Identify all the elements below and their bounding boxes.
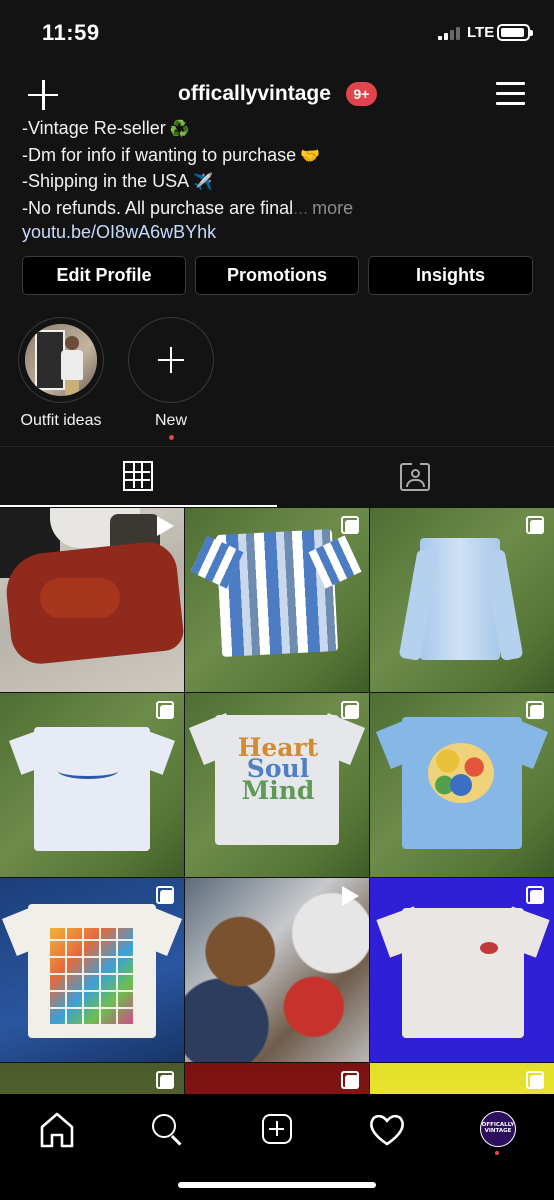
nav-new-post[interactable]	[252, 1104, 302, 1154]
highlight-outfit-ideas[interactable]: Outfit ideas	[11, 317, 111, 430]
highlight-photo	[25, 324, 97, 396]
recycle-emoji-icon: ♻️	[169, 121, 190, 138]
hamburger-menu-icon[interactable]	[496, 80, 526, 106]
nav-search[interactable]	[142, 1104, 192, 1154]
new-indicator-dot	[168, 435, 174, 440]
profile-username[interactable]: officallyvintage	[178, 82, 331, 106]
bio-line: -Dm for info if wanting to purchase 🤝	[22, 143, 542, 170]
profile-avatar: OFFICALLY VINTAGE	[480, 1111, 516, 1147]
new-highlight-button[interactable]	[128, 317, 214, 403]
carousel-icon	[526, 516, 546, 536]
posts-grid: Heart Soul Mind	[0, 508, 554, 1108]
bio-website-link[interactable]: youtu.be/OI8wA6wBYhk	[22, 220, 216, 245]
carousel-icon	[526, 701, 546, 721]
bio-line-text: -No refunds. All purchase are final	[22, 197, 294, 218]
battery-icon	[497, 24, 533, 41]
airplane-emoji-icon: ✈️	[193, 174, 214, 191]
home-indicator	[178, 1182, 376, 1188]
network-type: LTE	[467, 24, 495, 41]
bio-line-text: -Vintage Re-seller	[22, 118, 166, 138]
video-icon	[342, 886, 359, 906]
post-thumbnail[interactable]	[0, 508, 184, 692]
status-bar: 11:59 LTE	[0, 0, 554, 66]
carousel-icon	[526, 1071, 546, 1091]
carousel-icon	[526, 886, 546, 906]
notification-badge[interactable]: 9+	[346, 82, 377, 106]
profile-actions: Edit Profile Promotions Insights	[22, 256, 534, 295]
signal-icon	[438, 26, 462, 40]
nav-home[interactable]	[32, 1104, 82, 1154]
heart-icon	[370, 1114, 404, 1146]
carousel-icon	[341, 1071, 361, 1091]
bio-line-text: -Dm for info if wanting to purchase	[22, 144, 297, 165]
bottom-navigation: OFFICALLY VINTAGE	[0, 1094, 554, 1200]
bio-line: -No refunds. All purchase are final... mo…	[22, 197, 354, 218]
carousel-icon	[341, 516, 361, 536]
create-plus-icon[interactable]	[26, 78, 60, 112]
status-time: 11:59	[42, 20, 100, 45]
profile-header: officallyvintage 9+	[0, 70, 554, 120]
profile-bio: -Vintage Re-seller ♻️ -Dm for info if wan…	[22, 116, 542, 245]
carousel-icon	[156, 701, 176, 721]
post-print-text: Heart Soul Mind	[237, 733, 319, 805]
carousel-icon	[341, 701, 361, 721]
carousel-icon	[156, 886, 176, 906]
nav-profile[interactable]: OFFICALLY VINTAGE	[472, 1104, 522, 1155]
post-thumbnail[interactable]	[185, 878, 369, 1062]
tab-posts-grid[interactable]	[0, 447, 277, 507]
post-thumbnail[interactable]	[370, 693, 554, 877]
video-icon	[157, 516, 174, 536]
plus-icon	[158, 347, 184, 373]
insights-button[interactable]: Insights	[368, 256, 533, 295]
post-thumbnail[interactable]	[0, 878, 184, 1062]
bio-line-text: -Shipping in the USA	[22, 171, 190, 191]
bio-more-link[interactable]: more	[312, 198, 353, 218]
highlight-cover[interactable]	[18, 317, 104, 403]
post-thumbnail[interactable]	[370, 508, 554, 692]
home-icon	[40, 1112, 74, 1148]
bio-line: -Vintage Re-seller ♻️	[22, 116, 542, 143]
highlight-label: New	[154, 412, 187, 429]
post-thumbnail[interactable]: Heart Soul Mind	[185, 693, 369, 877]
highlight-label: Outfit ideas	[20, 412, 102, 429]
post-thumbnail[interactable]	[185, 508, 369, 692]
carousel-icon	[156, 1071, 176, 1091]
tab-tagged[interactable]	[277, 447, 554, 507]
grid-icon	[123, 461, 153, 491]
new-post-icon	[262, 1114, 292, 1144]
profile-indicator-dot	[495, 1151, 499, 1155]
profile-screen: 11:59 LTE officallyvintage 9+ -Vintage R…	[0, 0, 554, 1200]
post-thumbnail[interactable]	[0, 693, 184, 877]
tagged-person-icon	[400, 459, 430, 491]
promotions-button[interactable]: Promotions	[195, 256, 359, 295]
post-thumbnail[interactable]	[370, 878, 554, 1062]
highlight-new[interactable]: New	[121, 317, 221, 440]
profile-tabs	[0, 447, 554, 507]
bio-line: -Shipping in the USA ✈️	[22, 169, 542, 196]
handshake-emoji-icon: 🤝	[300, 147, 321, 165]
edit-profile-button[interactable]: Edit Profile	[22, 256, 186, 295]
nav-activity[interactable]	[362, 1104, 412, 1154]
